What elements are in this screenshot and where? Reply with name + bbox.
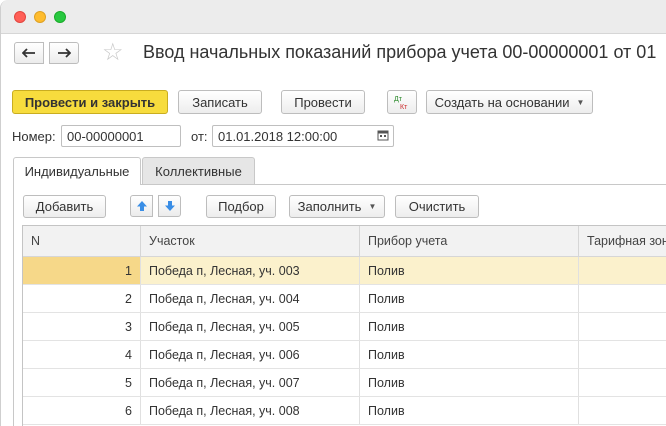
row-zone[interactable] xyxy=(579,341,666,368)
row-number[interactable]: 1 xyxy=(23,257,141,284)
move-down-button[interactable] xyxy=(158,195,181,217)
fill-button[interactable]: Заполнить ▼ xyxy=(289,195,385,218)
save-button[interactable]: Записать xyxy=(178,90,262,114)
svg-text:Кт: Кт xyxy=(400,104,408,111)
forward-arrow-icon xyxy=(58,48,71,58)
calendar-button[interactable] xyxy=(374,125,392,145)
fill-label: Заполнить xyxy=(297,199,362,214)
row-area[interactable]: Победа п, Лесная, уч. 005 xyxy=(141,313,360,340)
row-zone[interactable] xyxy=(579,285,666,312)
row-zone[interactable] xyxy=(579,313,666,340)
table-row[interactable]: 5 Победа п, Лесная, уч. 007 Полив xyxy=(23,369,666,397)
table-row[interactable]: 1 Победа п, Лесная, уч. 003 Полив xyxy=(23,257,666,285)
row-device[interactable]: Полив xyxy=(360,313,579,340)
table-row[interactable]: 3 Победа п, Лесная, уч. 005 Полив xyxy=(23,313,666,341)
svg-text:Дт: Дт xyxy=(394,96,403,103)
row-number[interactable]: 6 xyxy=(23,397,141,424)
dt-kt-icon: Дт Кт xyxy=(394,96,408,111)
table-row[interactable]: 6 Победа п, Лесная, уч. 008 Полив xyxy=(23,397,666,425)
post-and-close-button[interactable]: Провести и закрыть xyxy=(12,90,168,114)
row-number[interactable]: 3 xyxy=(23,313,141,340)
forward-button[interactable] xyxy=(49,42,79,64)
table-header: N Участок Прибор учета Тарифная зона xyxy=(23,226,666,257)
date-field[interactable]: 01.01.2018 12:00:00 xyxy=(212,125,394,147)
row-area[interactable]: Победа п, Лесная, уч. 003 xyxy=(141,257,360,284)
row-zone[interactable] xyxy=(579,369,666,396)
number-field[interactable]: 00-00000001 xyxy=(61,125,181,147)
clear-button[interactable]: Очистить xyxy=(395,195,479,218)
row-device[interactable]: Полив xyxy=(360,397,579,424)
move-up-icon xyxy=(136,201,147,211)
post-button[interactable]: Провести xyxy=(281,90,365,114)
row-number[interactable]: 2 xyxy=(23,285,141,312)
move-up-button[interactable] xyxy=(130,195,153,217)
dt-kt-button[interactable]: Дт Кт xyxy=(387,90,417,114)
app-window: ☆ Ввод начальных показаний прибора учета… xyxy=(0,0,666,426)
row-device[interactable]: Полив xyxy=(360,285,579,312)
dropdown-caret-icon: ▼ xyxy=(576,97,585,107)
number-label: Номер: xyxy=(12,129,56,144)
favorite-star-icon[interactable]: ☆ xyxy=(102,41,124,65)
document-title: Ввод начальных показаний прибора учета 0… xyxy=(143,42,657,62)
tab-individual[interactable]: Индивидуальные xyxy=(13,157,141,185)
row-device[interactable]: Полив xyxy=(360,341,579,368)
row-number[interactable]: 4 xyxy=(23,341,141,368)
tab-collective[interactable]: Коллективные xyxy=(142,157,255,184)
calendar-icon xyxy=(377,130,389,141)
create-based-on-button[interactable]: Создать на основании ▼ xyxy=(426,90,593,114)
back-button[interactable] xyxy=(14,42,44,64)
row-device[interactable]: Полив xyxy=(360,257,579,284)
dropdown-caret-icon: ▼ xyxy=(368,202,377,211)
row-zone[interactable] xyxy=(579,397,666,424)
column-header-zone[interactable]: Тарифная зона xyxy=(579,226,666,256)
column-header-area[interactable]: Участок xyxy=(141,226,360,256)
column-header-n[interactable]: N xyxy=(23,226,141,256)
minimize-window-button[interactable] xyxy=(34,11,46,23)
title-bar xyxy=(1,0,666,34)
row-area[interactable]: Победа п, Лесная, уч. 008 xyxy=(141,397,360,424)
row-device[interactable]: Полив xyxy=(360,369,579,396)
column-header-device[interactable]: Прибор учета xyxy=(360,226,579,256)
create-based-on-label: Создать на основании xyxy=(434,94,570,110)
row-area[interactable]: Победа п, Лесная, уч. 004 xyxy=(141,285,360,312)
close-window-button[interactable] xyxy=(14,11,26,23)
readings-table: N Участок Прибор учета Тарифная зона 1 П… xyxy=(22,225,666,426)
add-button[interactable]: Добавить xyxy=(23,195,106,218)
table-row[interactable]: 2 Победа п, Лесная, уч. 004 Полив xyxy=(23,285,666,313)
row-area[interactable]: Победа п, Лесная, уч. 007 xyxy=(141,369,360,396)
row-area[interactable]: Победа п, Лесная, уч. 006 xyxy=(141,341,360,368)
row-number[interactable]: 5 xyxy=(23,369,141,396)
table-row[interactable]: 4 Победа п, Лесная, уч. 006 Полив xyxy=(23,341,666,369)
row-zone[interactable] xyxy=(579,257,666,284)
selection-button[interactable]: Подбор xyxy=(206,195,276,218)
move-down-icon xyxy=(164,201,175,211)
maximize-window-button[interactable] xyxy=(54,11,66,23)
date-label: от: xyxy=(191,129,208,144)
back-arrow-icon xyxy=(22,48,35,58)
